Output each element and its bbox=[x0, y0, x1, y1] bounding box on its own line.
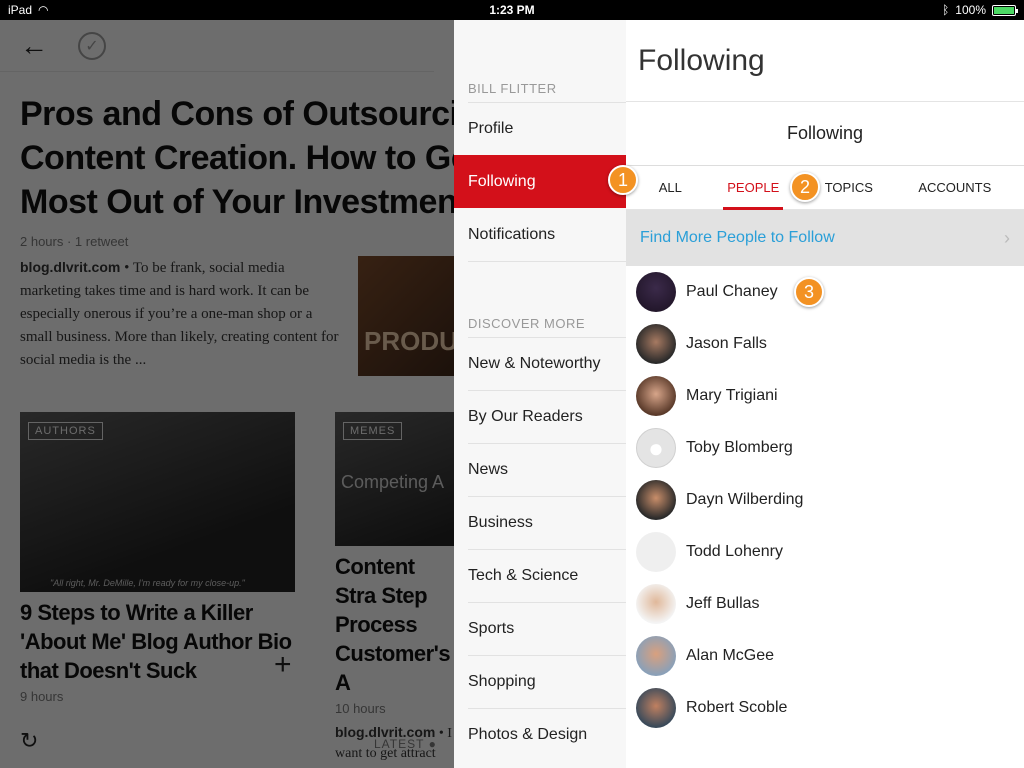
card-memes[interactable]: MEMES Competing A Content Stra Step Proc… bbox=[335, 412, 454, 762]
article-background: ← ✓ Pros and Cons of Outsourcing Content… bbox=[0, 20, 454, 768]
find-more-people-row[interactable]: Find More People to Follow › bbox=[626, 210, 1024, 266]
card-image: AUTHORS "All right, Mr. DeMille, I'm rea… bbox=[20, 412, 295, 592]
callout-2: 2 bbox=[790, 172, 820, 202]
card-title: 9 Steps to Write a Killer 'About Me' Blo… bbox=[20, 600, 292, 683]
article-excerpt[interactable]: blog.dlvrit.com • To be frank, social me… bbox=[20, 256, 346, 372]
sidebar-item-profile[interactable]: Profile bbox=[468, 102, 626, 155]
clock: 1:23 PM bbox=[489, 3, 535, 17]
default-user-icon: ● bbox=[648, 432, 664, 463]
sidebar-item-by-our-readers[interactable]: By Our Readers bbox=[468, 390, 626, 443]
plus-icon[interactable]: + bbox=[274, 648, 292, 682]
card-caption: "All right, Mr. DeMille, I'm ready for m… bbox=[50, 578, 245, 588]
avatar bbox=[636, 532, 676, 572]
sidebar-item-shopping[interactable]: Shopping bbox=[468, 655, 626, 708]
avatar bbox=[636, 272, 676, 312]
card-excerpt: • I bbox=[435, 726, 452, 741]
latest-label[interactable]: LATEST ● bbox=[374, 737, 437, 751]
find-more-label: Find More People to Follow bbox=[640, 229, 835, 246]
callout-1: 1 bbox=[608, 165, 638, 195]
article-headline[interactable]: Pros and Cons of Outsourcing Content Cre… bbox=[0, 72, 454, 224]
person-name: Jeff Bullas bbox=[686, 595, 760, 612]
device-label: iPad bbox=[8, 3, 33, 17]
sidebar-item-business[interactable]: Business bbox=[468, 496, 626, 549]
latest-text: LATEST bbox=[374, 737, 425, 751]
list-item[interactable]: Paul Chaney bbox=[626, 266, 1024, 318]
card-tag: AUTHORS bbox=[28, 422, 103, 440]
person-name: Robert Scoble bbox=[686, 699, 788, 716]
list-item[interactable]: Mary Trigiani bbox=[626, 370, 1024, 422]
list-item[interactable]: Jason Falls bbox=[626, 318, 1024, 370]
list-item[interactable]: Dayn Wilberding bbox=[626, 474, 1024, 526]
sidebar-nav: BILL FLITTER Profile Following Notificat… bbox=[454, 20, 626, 768]
section-title: Following bbox=[626, 102, 1024, 166]
card-authors[interactable]: AUTHORS "All right, Mr. DeMille, I'm rea… bbox=[20, 412, 295, 704]
sidebar-item-sports[interactable]: Sports bbox=[468, 602, 626, 655]
list-item[interactable]: Alan McGee bbox=[626, 630, 1024, 682]
thumbnail-text: PRODU bbox=[364, 326, 454, 356]
avatar bbox=[636, 324, 676, 364]
list-item[interactable]: Jeff Bullas bbox=[626, 578, 1024, 630]
list-item[interactable]: Todd Lohenry bbox=[626, 526, 1024, 578]
page-title: Following bbox=[626, 20, 1024, 102]
sidebar-item-photos-design[interactable]: Photos & Design bbox=[468, 708, 626, 761]
card-meta: 9 hours bbox=[20, 689, 64, 704]
user-name-header: BILL FLITTER bbox=[468, 81, 557, 96]
avatar bbox=[636, 636, 676, 676]
status-bar: iPad ◠ 1:23 PM ᛒ 100% bbox=[0, 0, 1024, 20]
sidebar-item-following[interactable]: Following bbox=[454, 155, 626, 208]
article-thumbnail[interactable]: PRODU bbox=[358, 256, 454, 376]
sidebar-item-notifications[interactable]: Notifications bbox=[468, 208, 626, 261]
person-name: Todd Lohenry bbox=[686, 543, 783, 560]
back-arrow-icon[interactable]: ← bbox=[20, 30, 48, 62]
battery-icon bbox=[992, 4, 1018, 16]
tab-accounts[interactable]: ACCOUNTS bbox=[914, 166, 995, 210]
person-name: Alan McGee bbox=[686, 647, 775, 664]
avatar bbox=[636, 688, 676, 728]
battery-label: 100% bbox=[955, 3, 986, 17]
card-title: Content Stra Step Process Customer's A bbox=[335, 554, 451, 695]
card-image: MEMES Competing A bbox=[335, 412, 454, 546]
tab-topics[interactable]: TOPICS bbox=[821, 166, 877, 210]
card-tag: MEMES bbox=[343, 422, 403, 440]
article-meta: 2 hours · 1 retweet bbox=[20, 234, 129, 249]
card-caption: Competing A bbox=[341, 472, 445, 492]
tab-people[interactable]: PEOPLE bbox=[723, 166, 784, 210]
list-item[interactable]: Robert Scoble bbox=[626, 682, 1024, 734]
following-panel: Following Following ALL PEOPLE TOPICS AC… bbox=[626, 20, 1024, 768]
sidebar-item-new-noteworthy[interactable]: New & Noteworthy bbox=[468, 337, 626, 390]
discover-more-header: DISCOVER MORE bbox=[468, 261, 626, 337]
status-right: ᛒ 100% bbox=[942, 3, 1018, 17]
tab-all[interactable]: ALL bbox=[655, 166, 686, 210]
latest-dot-icon: ● bbox=[428, 737, 437, 751]
card-meta: 10 hours bbox=[335, 701, 386, 716]
checkmark-icon[interactable]: ✓ bbox=[78, 31, 106, 60]
article-excerpt-text: • To be frank, social media marketing ta… bbox=[20, 260, 339, 368]
article-toolbar: ← ✓ bbox=[0, 20, 434, 72]
wifi-icon: ◠ bbox=[38, 3, 49, 17]
sidebar-item-news[interactable]: News bbox=[468, 443, 626, 496]
avatar: ● bbox=[636, 428, 676, 468]
sidebar-item-tech-science[interactable]: Tech & Science bbox=[468, 549, 626, 602]
person-name: Jason Falls bbox=[686, 335, 767, 352]
article-source: blog.dlvrit.com bbox=[20, 259, 121, 275]
status-left: iPad ◠ bbox=[8, 3, 49, 17]
avatar bbox=[636, 376, 676, 416]
person-name: Dayn Wilberding bbox=[686, 491, 804, 508]
bluetooth-icon: ᛒ bbox=[942, 3, 950, 17]
refresh-icon[interactable]: ↻ bbox=[20, 728, 38, 754]
person-name: Paul Chaney bbox=[686, 283, 778, 300]
person-name: Toby Blomberg bbox=[686, 439, 793, 456]
callout-3: 3 bbox=[794, 277, 824, 307]
avatar bbox=[636, 480, 676, 520]
following-tabs: ALL PEOPLE TOPICS ACCOUNTS bbox=[626, 166, 1024, 210]
chevron-right-icon: › bbox=[1004, 227, 1010, 248]
list-item[interactable]: ● Toby Blomberg bbox=[626, 422, 1024, 474]
avatar bbox=[636, 584, 676, 624]
person-name: Mary Trigiani bbox=[686, 387, 778, 404]
